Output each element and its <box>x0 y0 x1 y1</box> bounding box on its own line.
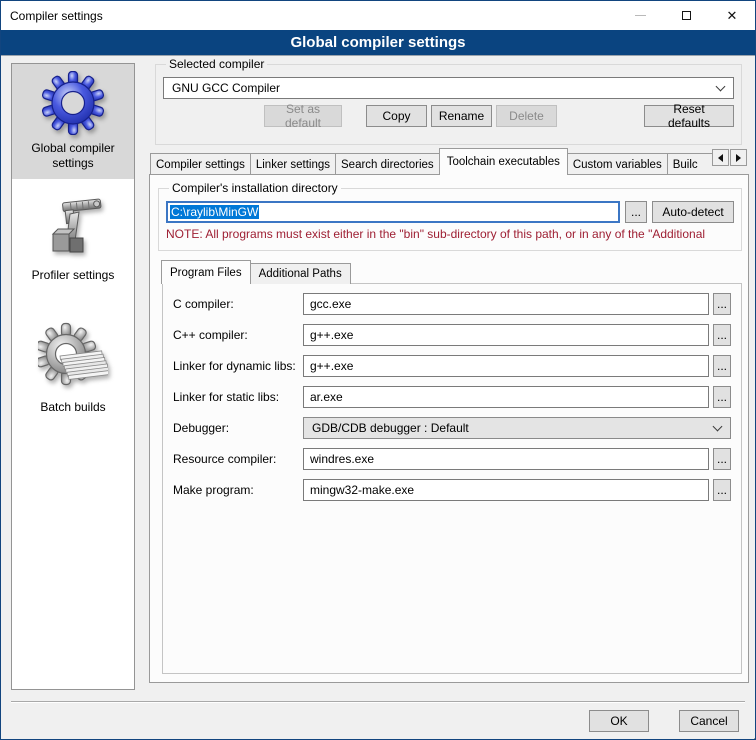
program-files-page: C compiler: ... C++ compiler: ... Linker… <box>162 283 742 674</box>
page-title: Global compiler settings <box>1 30 755 56</box>
linker-dynamic-input[interactable] <box>303 355 709 377</box>
tab-compiler-settings[interactable]: Compiler settings <box>150 153 251 175</box>
field-label: Debugger: <box>173 421 303 435</box>
left-triangle-icon <box>718 154 723 162</box>
close-icon: ✕ <box>727 8 738 24</box>
browse-cpp-compiler-button[interactable]: ... <box>713 324 731 346</box>
tab-linker-settings[interactable]: Linker settings <box>250 153 336 175</box>
form-row-linker-dynamic: Linker for dynamic libs: ... <box>173 355 731 377</box>
installation-directory-row: C:\raylib\MinGW ... Auto-detect <box>166 201 734 223</box>
tab-toolchain-executables[interactable]: Toolchain executables <box>439 148 568 175</box>
browse-directory-button[interactable]: ... <box>625 201 647 223</box>
window-title: Compiler settings <box>1 9 103 23</box>
tabs-clip: Compiler settings Linker settings Search… <box>150 148 713 175</box>
sidebar-item-batch-builds[interactable]: Batch builds <box>12 313 134 423</box>
right-triangle-icon <box>736 154 741 162</box>
debugger-select[interactable]: GDB/CDB debugger : Default <box>303 417 731 439</box>
sidebar-item-label: Global compiler settings <box>15 141 131 171</box>
ok-button[interactable]: OK <box>589 710 649 732</box>
main-panel: Selected compiler GNU GCC Compiler Set a… <box>149 57 749 683</box>
compiler-settings-dialog: Compiler settings ✕ Global compiler sett… <box>0 0 756 740</box>
tab-build-options-clipped[interactable]: Builc <box>667 153 713 175</box>
tab-search-directories[interactable]: Search directories <box>335 153 440 175</box>
maximize-icon <box>682 11 691 20</box>
installation-directory-group: Compiler's installation directory C:\ray… <box>158 181 742 251</box>
form-row-linker-static: Linker for static libs: ... <box>173 386 731 408</box>
blue-gear-icon <box>41 71 105 135</box>
footer-separator <box>11 701 745 702</box>
field-label: C++ compiler: <box>173 328 303 342</box>
compiler-select[interactable]: GNU GCC Compiler <box>163 77 734 99</box>
form-row-cpp-compiler: C++ compiler: ... <box>173 324 731 346</box>
cancel-button[interactable]: Cancel <box>679 710 739 732</box>
tab-scroll-right-button[interactable] <box>730 149 747 166</box>
settings-tabstrip: Compiler settings Linker settings Search… <box>150 148 749 175</box>
chevron-down-icon <box>713 422 723 432</box>
gray-gear-stack-icon <box>38 320 108 394</box>
auto-detect-button[interactable]: Auto-detect <box>652 201 734 223</box>
field-label: Resource compiler: <box>173 452 303 466</box>
sidebar-item-global-compiler-settings[interactable]: Global compiler settings <box>12 64 134 179</box>
delete-button: Delete <box>496 105 557 127</box>
settings-category-list: Global compiler settings <box>11 63 135 690</box>
selected-compiler-legend: Selected compiler <box>166 57 267 71</box>
toolchain-executables-page: Compiler's installation directory C:\ray… <box>149 174 749 683</box>
linker-static-input[interactable] <box>303 386 709 408</box>
set-as-default-button: Set as default <box>264 105 342 127</box>
minimize-button[interactable] <box>617 1 663 30</box>
sidebar-item-label: Batch builds <box>15 400 131 415</box>
title-bar: Compiler settings ✕ <box>1 1 755 30</box>
close-button[interactable]: ✕ <box>709 1 755 30</box>
tab-custom-variables[interactable]: Custom variables <box>567 153 668 175</box>
browse-linker-static-button[interactable]: ... <box>713 386 731 408</box>
browse-resource-compiler-button[interactable]: ... <box>713 448 731 470</box>
installation-directory-legend: Compiler's installation directory <box>169 181 341 195</box>
form-row-resource-compiler: Resource compiler: ... <box>173 448 731 470</box>
note-text: NOTE: All programs must exist either in … <box>166 227 734 241</box>
chevron-down-icon <box>716 82 726 92</box>
browse-linker-dynamic-button[interactable]: ... <box>713 355 731 377</box>
sidebar-item-label: Profiler settings <box>15 268 131 283</box>
reset-defaults-button[interactable]: Reset defaults <box>644 105 734 127</box>
copy-button[interactable]: Copy <box>366 105 427 127</box>
form-row-make-program: Make program: ... <box>173 479 731 501</box>
field-label: C compiler: <box>173 297 303 311</box>
tab-program-files[interactable]: Program Files <box>161 260 251 284</box>
field-label: Linker for static libs: <box>173 390 303 404</box>
form-row-debugger: Debugger: GDB/CDB debugger : Default <box>173 417 731 439</box>
selected-path-text: C:\raylib\MinGW <box>170 205 259 219</box>
resize-grip[interactable] <box>748 732 750 734</box>
rename-button[interactable]: Rename <box>431 105 492 127</box>
maximize-button[interactable] <box>663 1 709 30</box>
window-controls: ✕ <box>617 1 755 30</box>
debugger-select-value: GDB/CDB debugger : Default <box>312 421 469 435</box>
make-program-input[interactable] <box>303 479 709 501</box>
tab-additional-paths[interactable]: Additional Paths <box>250 263 351 284</box>
form-row-c-compiler: C compiler: ... <box>173 293 731 315</box>
c-compiler-input[interactable] <box>303 293 709 315</box>
resource-compiler-input[interactable] <box>303 448 709 470</box>
compiler-select-value: GNU GCC Compiler <box>172 81 280 95</box>
browse-make-program-button[interactable]: ... <box>713 479 731 501</box>
minimize-icon <box>635 15 646 16</box>
browse-c-compiler-button[interactable]: ... <box>713 293 731 315</box>
tab-scroll-buttons <box>712 149 747 166</box>
program-files-tabstrip: Program Files Additional Paths <box>162 260 351 284</box>
installation-directory-input[interactable]: C:\raylib\MinGW <box>166 201 620 223</box>
selected-compiler-group: Selected compiler GNU GCC Compiler Set a… <box>155 57 742 145</box>
sidebar-item-profiler-settings[interactable]: Profiler settings <box>12 189 134 291</box>
caliper-icon <box>41 196 105 262</box>
compiler-buttons-row: Set as default Copy Rename Delete Reset … <box>163 105 734 127</box>
tab-scroll-left-button[interactable] <box>712 149 729 166</box>
field-label: Make program: <box>173 483 303 497</box>
field-label: Linker for dynamic libs: <box>173 359 303 373</box>
cpp-compiler-input[interactable] <box>303 324 709 346</box>
